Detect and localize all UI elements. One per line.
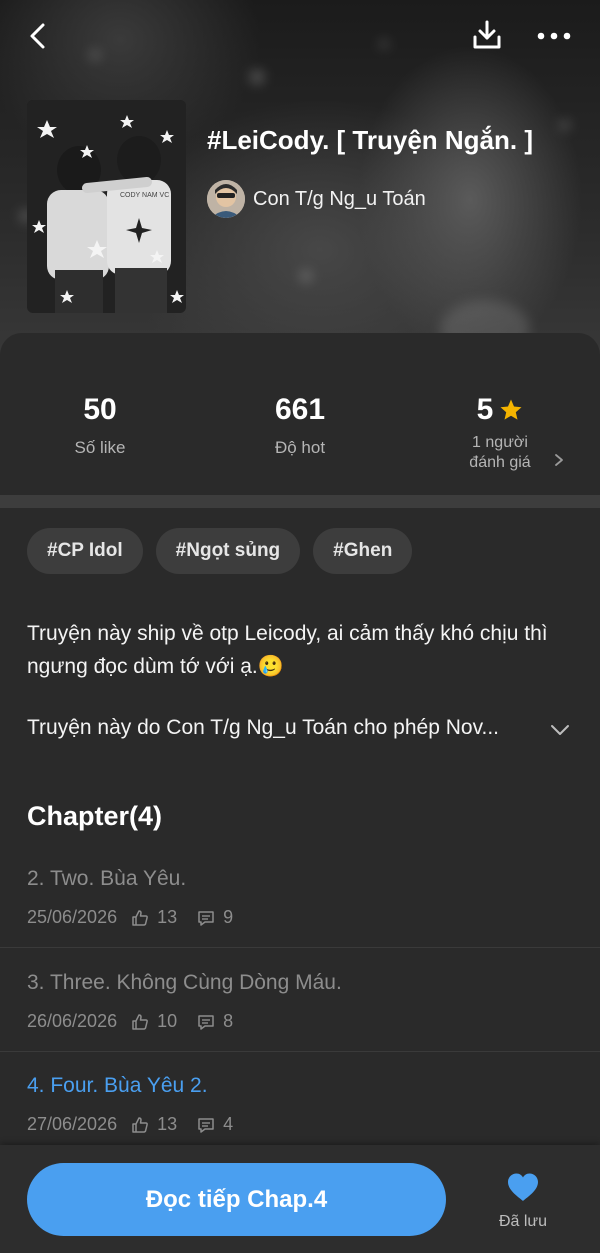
chapter-comment-count: 4 [223,1114,234,1134]
hero-header: CODY NAM VC #LeiCody. [ Truyện Ngắn. ] C… [0,0,600,360]
row-divider [0,1051,600,1052]
thumbs-up-icon [132,1116,148,1133]
stat-hot: 661 Độ hot [200,393,400,458]
chapter-meta: 25/06/2026 13 9 [27,907,233,928]
hot-count: 661 [274,393,326,426]
story-title: #LeiCody. [ Truyện Ngắn. ] [207,125,534,155]
comment-icon [198,1014,214,1030]
chapter-name: 4. Four. Bùa Yêu 2. [27,1074,208,1097]
stat-likes: 50 Số like [0,393,200,458]
chapter-like-count: 13 [157,1114,178,1134]
chevron-left-icon [30,23,45,49]
expand-description-button[interactable] [550,723,570,741]
chapter-comments: 4 [197,1114,233,1135]
more-options-button[interactable] [532,20,576,52]
stat-rating[interactable]: 5 1 người đánh giá [400,393,600,473]
chapter-heading: Chapter(4) [27,801,163,831]
thumbs-up-icon [132,909,148,926]
rating-value: 5 [476,393,494,426]
author-name: Con T/g Ng_u Toán [253,187,426,210]
rating-label-line2: đánh giá [469,454,531,471]
chapter-meta: 27/06/2026 13 4 [27,1114,233,1135]
rating-label: 1 người đánh giá [400,433,600,473]
comment-icon [198,1117,214,1133]
section-divider [0,495,600,508]
stats-panel: 50 Số like 661 Độ hot 5 1 người đánh giá [0,333,600,496]
likes-label: Số like [74,438,126,457]
chapter-likes: 13 [131,1114,177,1135]
chevron-right-icon [555,454,563,466]
story-description: Truyện này ship về otp Leicody, ai cảm t… [27,622,548,678]
chapter-row-current[interactable]: 4. Four. Bùa Yêu 2. 27/06/2026 13 4 [0,1074,600,1144]
avatar-illustration [207,180,245,218]
story-cover-image[interactable]: CODY NAM VC [27,100,186,313]
chapter-comments: 8 [197,1011,233,1032]
likes-count: 50 [83,393,117,426]
tag-list: #CP Idol #Ngọt sủng #Ghen [27,528,413,574]
author-avatar [207,180,245,218]
rating-label-line1: 1 người [472,434,528,451]
thumbs-up-icon [132,1013,148,1030]
saved-button[interactable]: Đã lưu [490,1172,556,1231]
chapter-comment-count: 9 [223,907,234,927]
chapter-likes: 13 [131,907,177,928]
row-divider [0,947,600,948]
comment-icon [198,910,214,926]
chapter-date: 25/06/2026 [27,907,118,927]
tag-chip[interactable]: #CP Idol [27,528,143,574]
author-link[interactable]: Con T/g Ng_u Toán [207,180,426,218]
cover-illustration [27,100,186,313]
saved-label: Đã lưu [498,1213,548,1230]
tag-chip[interactable]: #Ghen [313,528,413,574]
download-icon [473,20,501,49]
chapter-comment-count: 8 [223,1011,234,1031]
more-horizontal-icon [537,32,571,40]
chapter-name: 2. Two. Bùa Yêu. [27,867,187,890]
story-description-more: Truyện này do Con T/g Ng_u Toán cho phép… [27,716,500,739]
star-icon [500,399,522,420]
continue-reading-button[interactable]: Đọc tiếp Chap.4 [27,1163,446,1236]
back-button[interactable] [18,16,58,56]
chapter-date: 26/06/2026 [27,1011,118,1031]
chapter-comments: 9 [197,907,233,928]
chapter-name: 3. Three. Không Cùng Dòng Máu. [27,971,342,994]
download-button[interactable] [466,14,508,56]
cover-caption: CODY NAM VC [120,192,170,199]
chapter-like-count: 10 [157,1011,178,1031]
heart-icon [508,1173,538,1201]
chapter-date: 27/06/2026 [27,1114,118,1134]
chapter-row[interactable]: 3. Three. Không Cùng Dòng Máu. 26/06/202… [0,971,600,1052]
rating-row: 5 [400,393,600,427]
bottom-action-bar: Đọc tiếp Chap.4 Đã lưu [0,1145,600,1253]
tag-chip[interactable]: #Ngọt sủng [155,528,301,574]
hot-label: Độ hot [274,438,326,457]
chevron-down-icon [551,725,569,735]
chapter-like-count: 13 [157,907,178,927]
chapter-row[interactable]: 2. Two. Bùa Yêu. 25/06/2026 13 9 [0,867,600,948]
chapter-meta: 26/06/2026 10 8 [27,1011,233,1032]
story-detail-sheet: 50 Số like 661 Độ hot 5 1 người đánh giá [0,333,600,1253]
chapter-likes: 10 [131,1011,177,1032]
